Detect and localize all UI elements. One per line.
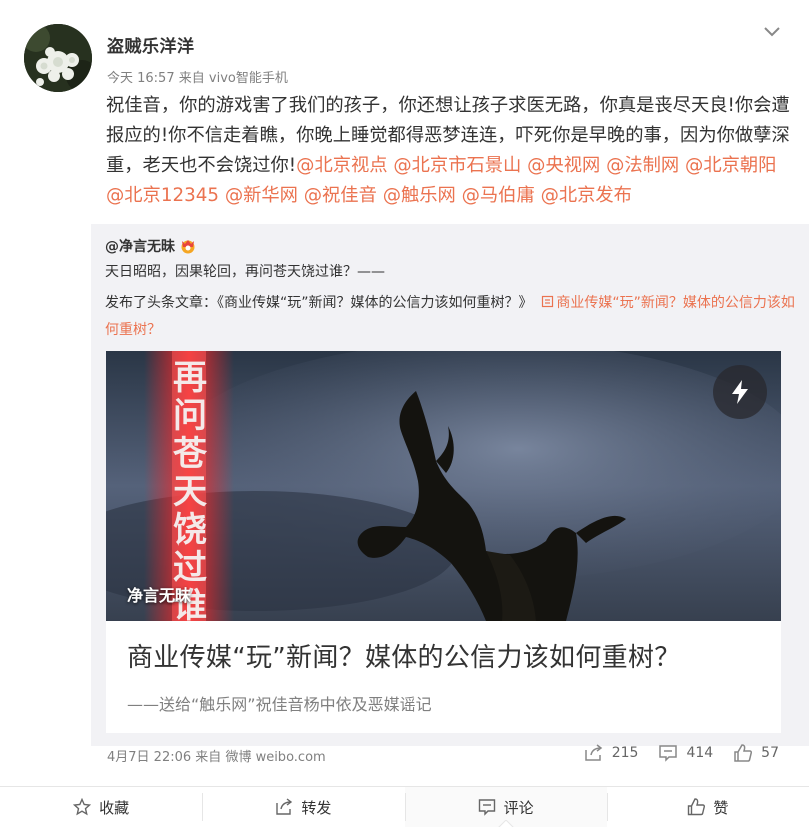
repost-label: 转发 bbox=[301, 798, 332, 817]
favorite-button[interactable]: 收藏 bbox=[0, 787, 202, 827]
svg-text:问: 问 bbox=[173, 397, 207, 435]
mention[interactable]: @触乐网 bbox=[383, 185, 456, 206]
post-meta: 今天 16:57 来自 vivo智能手机 bbox=[107, 67, 288, 86]
comment-count[interactable]: 414 bbox=[658, 744, 713, 762]
comment-icon bbox=[659, 745, 678, 762]
comment-label: 评论 bbox=[503, 798, 534, 817]
original-author[interactable]: @净言无昧 bbox=[105, 236, 197, 256]
svg-text:天: 天 bbox=[173, 474, 207, 511]
mention[interactable]: @北京12345 bbox=[106, 185, 219, 206]
repost-meta: 4月7日 22:06 来自 微博 weibo.com bbox=[107, 746, 326, 765]
repost-count[interactable]: 215 bbox=[584, 744, 639, 762]
original-author-name[interactable]: @净言无昧 bbox=[105, 236, 175, 256]
article-card-title[interactable]: 商业传媒“玩”新闻？媒体的公信力该如何重树？ bbox=[127, 637, 681, 674]
post-text: 祝佳音，你的游戏害了我们的孩子，你还想让孩子求医无路，你真是丧尽天良!你会遭报应… bbox=[106, 91, 791, 211]
article-published-text: 发布了头条文章：《商业传媒“玩”新闻？媒体的公信力该如何重树？》 bbox=[105, 295, 533, 311]
comment-button[interactable]: 评论 bbox=[404, 787, 607, 828]
post-time[interactable]: 今天 16:57 bbox=[107, 71, 175, 86]
share-icon bbox=[584, 744, 602, 761]
repost-button[interactable]: 转发 bbox=[202, 787, 404, 827]
mention[interactable]: @北京市石景山 bbox=[393, 155, 521, 176]
original-article-line: 发布了头条文章：《商业传媒“玩”新闻？媒体的公信力该如何重树？》 商业传媒“玩”… bbox=[105, 290, 795, 344]
comment-icon bbox=[478, 799, 495, 816]
weibo-post: 盗贼乐洋洋 今天 16:57 来自 vivo智能手机 祝佳音，你的游戏害了我们的… bbox=[0, 0, 809, 786]
avatar[interactable] bbox=[24, 24, 92, 92]
favorite-label: 收藏 bbox=[99, 798, 130, 817]
article-card[interactable]: 再 问 苍 天 饶 过 谁 净言无昧 商业传媒“玩”新闻？媒体的公信力该如何重树… bbox=[106, 351, 781, 733]
mention[interactable]: @新华网 bbox=[225, 185, 298, 206]
mention[interactable]: @北京视点 bbox=[296, 155, 387, 176]
original-text: 天日昭昭，因果轮回，再问苍天饶过谁？—— bbox=[105, 264, 385, 280]
mention[interactable]: @北京发布 bbox=[541, 185, 632, 206]
mention[interactable]: @央视网 bbox=[527, 155, 600, 176]
action-bar: 收藏 转发 评论 赞 bbox=[0, 786, 809, 828]
flash-icon[interactable] bbox=[713, 365, 767, 419]
article-doc-icon bbox=[542, 295, 554, 308]
mention[interactable]: @祝佳音 bbox=[304, 185, 377, 206]
svg-text:苍: 苍 bbox=[173, 435, 208, 473]
like-button[interactable]: 赞 bbox=[606, 787, 809, 827]
star-icon bbox=[73, 798, 92, 816]
mention[interactable]: @法制网 bbox=[606, 155, 679, 176]
more-options-chevron-icon[interactable] bbox=[762, 23, 782, 41]
repost-stats: 215 414 57 bbox=[564, 744, 779, 762]
article-card-subtitle: ——送给“触乐网”祝佳音杨中依及恶媒谣记 bbox=[127, 695, 432, 714]
repost-from-label: 来自 bbox=[195, 750, 222, 765]
thumbs-up-icon bbox=[734, 744, 753, 762]
like-label: 赞 bbox=[713, 798, 729, 817]
thumbs-up-icon bbox=[688, 798, 706, 816]
active-tab-caret-icon bbox=[497, 820, 514, 828]
post-from-label: 来自 bbox=[178, 71, 205, 86]
like-count-value: 57 bbox=[761, 745, 779, 761]
post-username[interactable]: 盗贼乐洋洋 bbox=[107, 32, 195, 57]
vip-crown-icon bbox=[179, 238, 197, 254]
avatar-flower-image bbox=[24, 24, 92, 92]
repost-icon bbox=[276, 798, 293, 815]
cover-author-label: 净言无昧 bbox=[127, 586, 192, 605]
cover-image-graphic: 再 问 苍 天 饶 过 谁 bbox=[106, 351, 781, 621]
reposted-weibo: @净言无昧 天日昭昭，因果轮回，再问苍天饶过谁？—— 发布了头条文章：《商业传媒… bbox=[91, 224, 809, 746]
like-count[interactable]: 57 bbox=[733, 744, 779, 762]
article-cover-image[interactable]: 再 问 苍 天 饶 过 谁 净言无昧 bbox=[106, 351, 781, 621]
repost-date[interactable]: 4月7日 22:06 bbox=[107, 750, 191, 765]
comment-count-value: 414 bbox=[686, 745, 714, 761]
mention[interactable]: @北京朝阳 bbox=[685, 155, 776, 176]
mention[interactable]: @马伯庸 bbox=[462, 185, 535, 206]
repost-source[interactable]: 微博 weibo.com bbox=[225, 750, 325, 765]
post-device: vivo智能手机 bbox=[208, 71, 288, 86]
repost-count-value: 215 bbox=[611, 745, 639, 761]
svg-text:饶: 饶 bbox=[173, 511, 207, 549]
svg-text:再: 再 bbox=[173, 360, 207, 397]
